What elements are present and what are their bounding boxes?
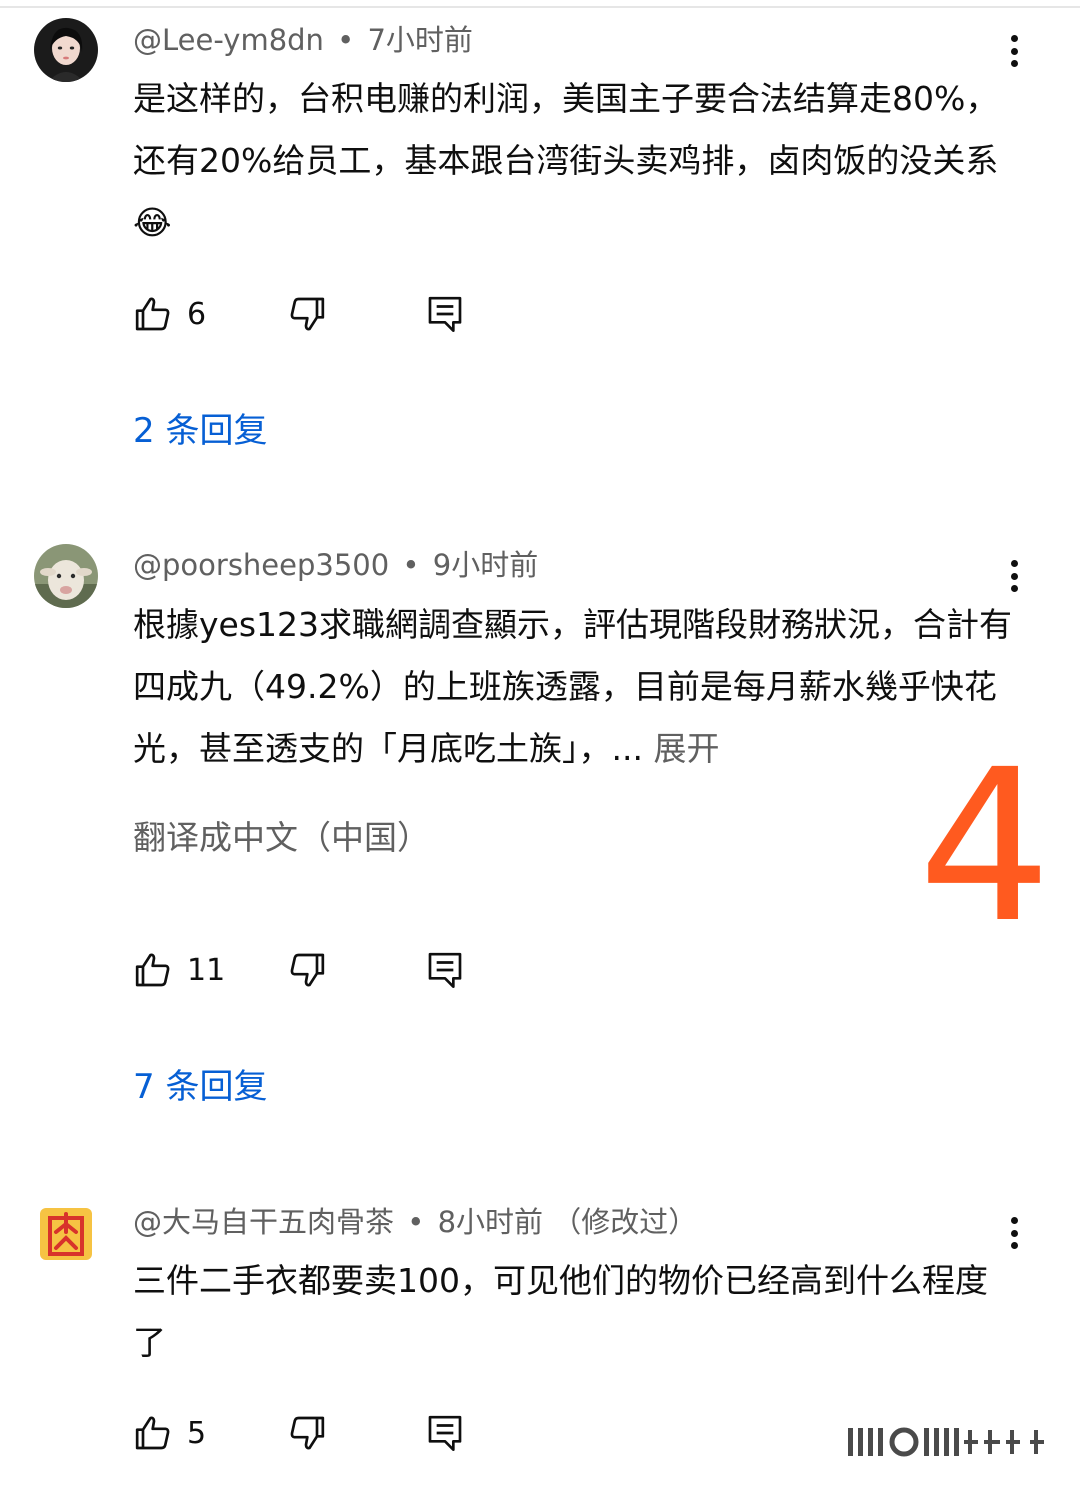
overlay-number: 4 bbox=[918, 724, 1052, 969]
author-name[interactable]: @Lee-ym8dn bbox=[133, 23, 324, 57]
user-avatar[interactable] bbox=[34, 1202, 98, 1266]
like-count: 11 bbox=[187, 952, 226, 988]
user-avatar[interactable] bbox=[34, 18, 98, 82]
sheep-avatar-icon bbox=[34, 544, 98, 608]
comment-time: 9小时前 bbox=[432, 548, 539, 582]
menu-dot bbox=[1010, 572, 1018, 580]
like-count: 6 bbox=[187, 296, 207, 332]
dislike-button[interactable] bbox=[287, 1411, 327, 1455]
like-button[interactable]: 11 bbox=[133, 948, 225, 992]
comment-meta: @大马自干五肉骨茶 • 8小时前 （修改过） bbox=[133, 1202, 697, 1242]
meat-avatar-icon bbox=[34, 1202, 98, 1266]
like-button[interactable]: 6 bbox=[133, 292, 206, 336]
comment-meta: @Lee-ym8dn • 7小时前 bbox=[133, 20, 473, 60]
watermark-icon bbox=[848, 1427, 1044, 1457]
reply-button[interactable] bbox=[425, 948, 465, 992]
top-divider bbox=[0, 6, 1080, 8]
author-name[interactable]: @大马自干五肉骨茶 bbox=[133, 1205, 394, 1239]
menu-dot bbox=[1010, 1229, 1018, 1237]
meta-separator: • bbox=[402, 548, 420, 582]
comment-time: 7小时前 bbox=[367, 23, 473, 57]
comment-body: 根據yes123求職網調查顯示，評估現階段財務狀況，合計有四成九（49.2%）的… bbox=[133, 605, 1013, 768]
more-options-button[interactable] bbox=[996, 554, 1032, 598]
menu-dot bbox=[1010, 1217, 1018, 1224]
expand-link[interactable]: 展开 bbox=[653, 729, 719, 768]
comment-text: 根據yes123求職網調查顯示，評估現階段財務狀況，合計有四成九（49.2%）的… bbox=[133, 594, 1013, 780]
more-options-button[interactable] bbox=[996, 29, 1032, 73]
reply-comment-icon bbox=[428, 1415, 462, 1451]
meta-separator: • bbox=[337, 23, 355, 57]
like-button[interactable]: 5 bbox=[133, 1411, 206, 1455]
menu-dot bbox=[1010, 47, 1018, 55]
portrait-avatar-icon bbox=[34, 18, 98, 82]
menu-dot bbox=[1010, 585, 1018, 592]
view-replies-link[interactable]: 7 条回复 bbox=[133, 1065, 267, 1109]
user-avatar[interactable] bbox=[34, 544, 98, 608]
meta-separator: • bbox=[407, 1205, 425, 1239]
thumbs-up-icon bbox=[135, 1416, 170, 1450]
comment-text: 三件二手衣都要卖100，可见他们的物价已经高到什么程度了 bbox=[133, 1261, 988, 1362]
view-replies-link[interactable]: 2 条回复 bbox=[133, 409, 267, 453]
more-options-button[interactable] bbox=[996, 1211, 1032, 1255]
reply-button[interactable] bbox=[425, 292, 465, 336]
comment-time: 8小时前 bbox=[437, 1205, 544, 1239]
comment-meta: @poorsheep3500 • 9小时前 bbox=[133, 545, 538, 585]
thumbs-down-icon bbox=[290, 1416, 325, 1450]
author-name[interactable]: @poorsheep3500 bbox=[133, 548, 389, 582]
dislike-button[interactable] bbox=[287, 948, 327, 992]
reply-button[interactable] bbox=[425, 1411, 465, 1455]
menu-dot bbox=[1010, 1242, 1018, 1249]
dislike-button[interactable] bbox=[287, 292, 327, 336]
thumbs-down-icon bbox=[290, 297, 325, 331]
menu-dot bbox=[1010, 60, 1018, 67]
menu-dot bbox=[1010, 35, 1018, 42]
reply-comment-icon bbox=[428, 296, 462, 332]
edited-label: （修改过） bbox=[552, 1205, 698, 1239]
thumbs-up-icon bbox=[135, 297, 170, 331]
like-count: 5 bbox=[187, 1415, 207, 1451]
thumbs-down-icon bbox=[290, 953, 325, 987]
translate-link[interactable]: 翻译成中文（中国） bbox=[133, 816, 430, 860]
comment-text: 是这样的，台积电赚的利润，美国主子要合法结算走80%，还有20%给员工，基本跟台… bbox=[133, 79, 999, 242]
reply-comment-icon bbox=[428, 952, 462, 988]
menu-dot bbox=[1010, 560, 1018, 567]
thumbs-up-icon bbox=[135, 953, 170, 987]
